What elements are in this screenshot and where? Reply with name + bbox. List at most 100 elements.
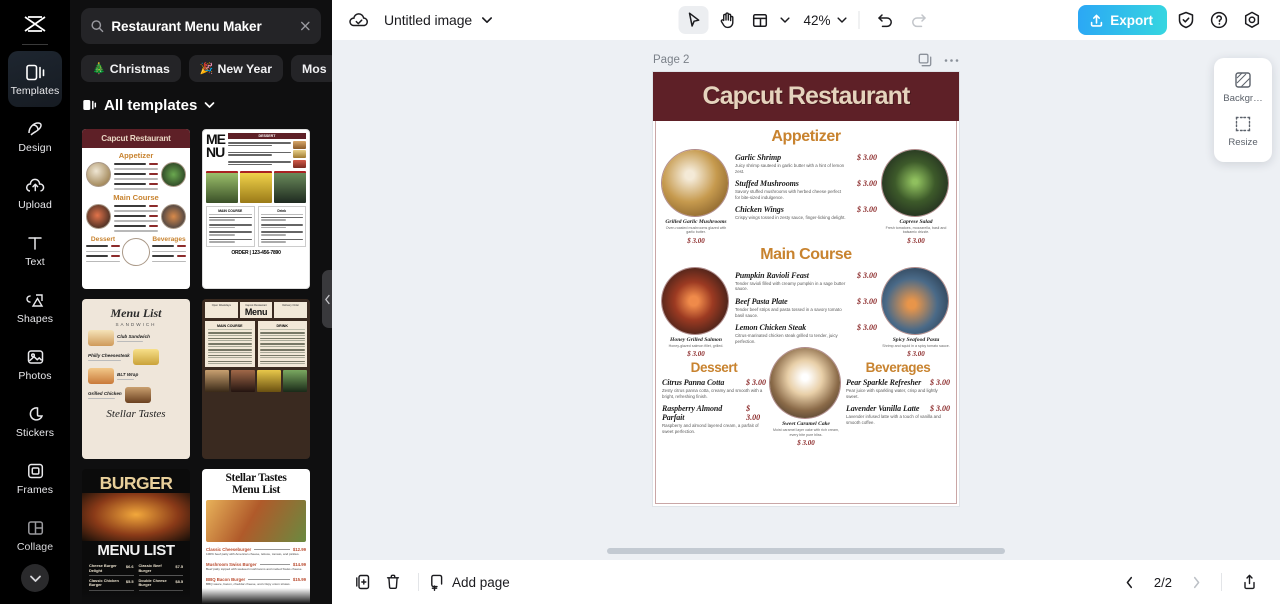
photos-icon [26,346,45,368]
food-photo [882,150,948,216]
food-photo [88,368,114,384]
design-icon [25,118,45,140]
dessert-block: DESSERT [228,133,306,168]
duplicate-page-button[interactable] [348,567,378,597]
delete-page-button[interactable] [378,567,408,597]
help-button[interactable] [1205,6,1233,34]
more-horizontal-icon[interactable] [944,58,959,63]
layout-tool-button[interactable] [745,6,775,34]
resize-tool-button[interactable]: Resize [1214,109,1272,153]
hand-tool-button[interactable] [712,6,742,34]
dessert-beverages-row: Dessert Citrus Panna Cotta $ 3.00 Zesty … [656,348,956,447]
layout-dropdown-button[interactable] [780,16,791,24]
sidebar-label: Design [18,142,52,154]
background-tool-button[interactable]: Backgr… [1214,65,1272,109]
filter-chip-most[interactable]: Mos [291,55,332,82]
zoom-level-label[interactable]: 42% [804,13,834,28]
food-photo [205,369,229,392]
shield-check-icon[interactable] [1172,6,1200,34]
shapes-icon [25,289,45,311]
search-input[interactable] [111,18,293,34]
sidebar-label: Photos [18,370,52,382]
select-tool-button[interactable] [678,6,709,34]
bottom-divider [1221,573,1222,591]
chevron-left-icon [1127,576,1133,588]
filter-chip-new-year[interactable]: 🎉 New Year [188,55,284,82]
search-box[interactable] [81,8,321,44]
template-card-menu-list-sandwich[interactable]: Menu List SANDWICH Club Sandwich Philly … [82,299,190,459]
layout-grid-icon [752,13,767,27]
template-card-capcut-restaurant[interactable]: Capcut Restaurant Appetizer Main Course [82,129,190,289]
sidebar-item-stickers[interactable]: Stickers [8,393,62,449]
capcut-logo-icon[interactable] [15,9,55,39]
sidebar-item-collage[interactable]: Collage [8,507,62,563]
sidebar-label: Templates [10,85,60,97]
design-canvas[interactable]: Capcut Restaurant Appetizer Grilled Garl… [653,72,959,506]
thumb-title-line2: Menu List [231,483,281,496]
section-title-main-course: Main Course [760,245,852,263]
export-page-button[interactable] [1234,567,1264,597]
sidebar-item-photos[interactable]: Photos [8,336,62,392]
template-card-stellar-tastes[interactable]: Stellar Tastes Menu List Classic Cheeseb… [202,469,310,604]
main-course-items: Pumpkin Ravioli Feast $ 3.00 Tender ravi… [735,268,877,350]
canvas-horizontal-scrollbar[interactable] [607,548,1005,554]
sidebar-item-design[interactable]: Design [8,108,62,164]
add-page-button[interactable]: Add page [429,573,510,591]
column-header: MAIN COURSE [209,209,252,215]
collage-icon [26,517,45,539]
export-button[interactable]: Export [1078,5,1167,35]
food-photo [206,500,306,542]
duplicate-page-icon[interactable] [918,53,932,67]
rail-item-list: Templates Design Upload Text Shapes Phot… [0,51,70,564]
panel-collapse-handle[interactable] [322,270,332,328]
photo-caption: Sweet Caramel Cake [782,421,830,428]
photo-price: $ 3.00 [687,350,705,359]
photo-price: $ 3.00 [907,236,925,245]
thumb-items: Cheese Burger Delight $6.6 Classic Beef B… [82,559,190,591]
thumb-title-line1: BURGER [99,473,173,493]
next-page-button[interactable] [1183,569,1209,595]
thumb-item: Grilled Chicken [82,384,190,403]
food-photo [86,203,111,229]
settings-button[interactable] [1238,6,1266,34]
prev-page-button[interactable] [1117,569,1143,595]
redo-button[interactable] [904,6,934,34]
thumb-section: Appetizer [118,150,154,160]
main-photo-right-block: Spicy Seafood Pasta Shrimp and squid in … [882,267,950,358]
undo-button[interactable] [871,6,901,34]
template-card-burger-menu-list[interactable]: BURGER MENU LIST Cheese Burger Delight $6… [82,469,190,604]
food-photo [122,237,150,266]
filter-chip-christmas[interactable]: 🎄 Christmas [81,55,181,82]
food-photo [882,267,948,334]
sidebar-item-shapes[interactable]: Shapes [8,279,62,335]
all-templates-dropdown[interactable]: All templates [70,91,332,117]
canvas-area[interactable]: Page 2 Capcut Restaurant Appetizer Grill… [332,40,1280,560]
sidebar-item-text[interactable]: Text [8,222,62,278]
thumb-item: Club Sandwich [82,327,190,346]
menu-wordmark: ME NU [206,131,226,160]
chevron-down-icon [482,17,493,23]
zoom-dropdown-button[interactable] [837,16,848,24]
floating-tools-panel: Backgr… Resize [1214,58,1272,162]
template-card-menu-columns[interactable]: Open Weekdays Capcut Restaurant Menu Del… [202,299,310,459]
restaurant-name: Capcut Restaurant [702,82,911,110]
document-title[interactable]: Untitled image [384,12,472,28]
sidebar-item-templates[interactable]: Templates [8,51,62,107]
sidebar-item-upload[interactable]: Upload [8,165,62,221]
bottom-toolbar: Add page 2/2 [332,560,1280,604]
gear-icon [1244,11,1260,28]
template-card-me-nu[interactable]: ME NU DESSERT MAIN COURSE Drink ORDER | … [202,129,310,289]
sidebar-expand-button[interactable] [21,564,49,592]
main-photo-left-block: Honey Grilled Salmon Honey-glazed salmon… [662,267,730,359]
document-menu-button[interactable] [481,16,493,24]
menu-columns: MAIN COURSE Drink [206,205,306,247]
thumb-row [82,161,190,190]
undo-arrow-icon [878,14,892,28]
christmas-tree-icon: 🎄 [92,63,106,75]
upload-cloud-icon [25,175,46,197]
close-icon[interactable] [299,19,312,33]
cloud-saved-icon[interactable] [346,7,372,33]
appetizer-photo-left-block: Grilled Garlic Mushrooms Oven-roasted mu… [662,150,730,245]
rail-divider [22,44,48,45]
sidebar-item-frames[interactable]: Frames [8,450,62,506]
